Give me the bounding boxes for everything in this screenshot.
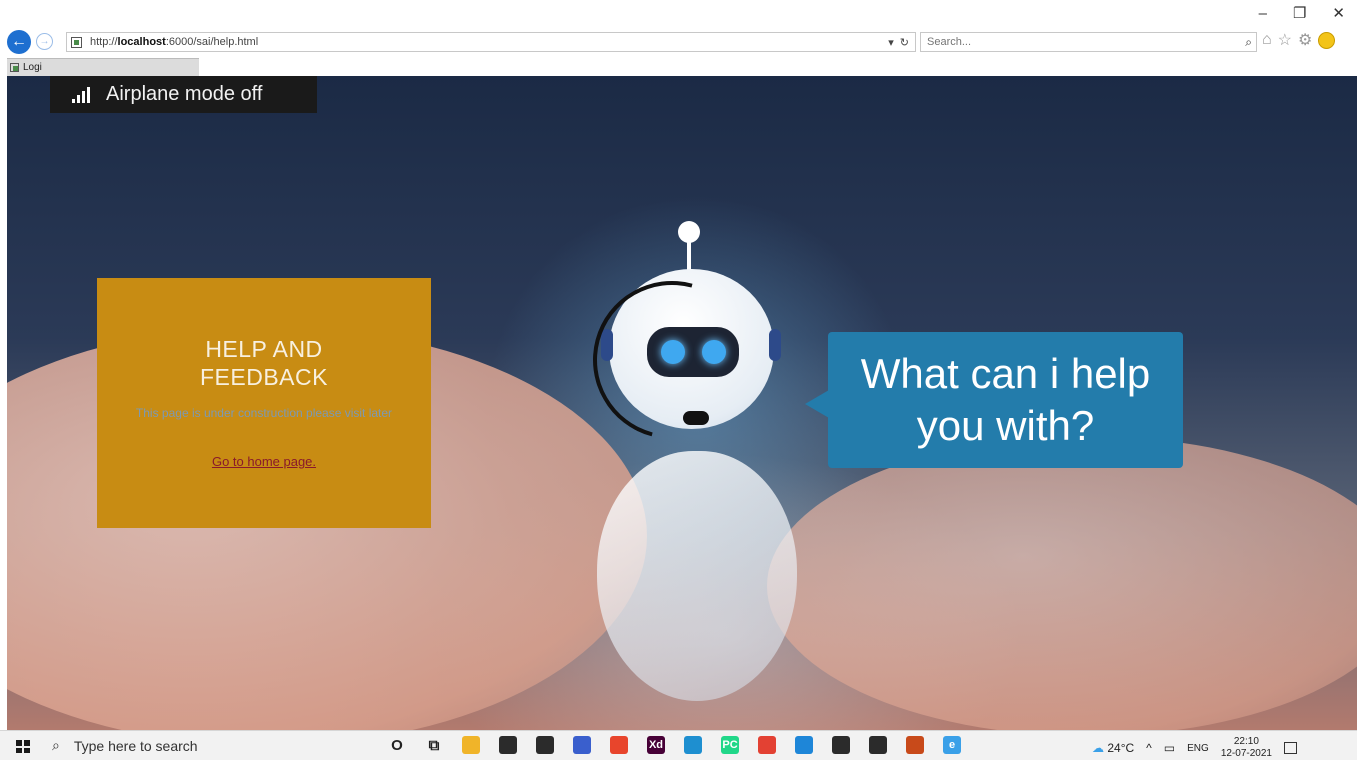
feedback-smiley-icon[interactable] — [1318, 31, 1336, 49]
store-icon[interactable] — [499, 736, 517, 754]
forward-button[interactable]: → — [36, 33, 53, 50]
speech-bubble: What can i help you with? — [828, 332, 1183, 468]
chatbot-robot-illustration — [564, 221, 797, 711]
construction-message: This page is under construction please v… — [135, 406, 393, 420]
windows-start-icon[interactable] — [16, 740, 30, 753]
home-page-link[interactable]: Go to home page. — [212, 454, 316, 469]
weather-widget[interactable]: ☁ 24°C — [1092, 741, 1134, 755]
app-photos-icon[interactable] — [610, 736, 628, 754]
page-content: Airplane mode off HELP AND FEEDBACK This… — [7, 76, 1357, 730]
app-blue-icon[interactable] — [573, 736, 591, 754]
internet-explorer-icon[interactable]: e — [943, 736, 961, 754]
back-button[interactable]: ← — [7, 30, 31, 54]
signal-bars-icon — [72, 86, 90, 103]
tab-page-icon — [10, 63, 19, 72]
bubble-line2: you with? — [916, 402, 1095, 449]
help-title-line1: HELP AND — [205, 336, 323, 362]
favorites-star-icon[interactable]: ☆ — [1278, 30, 1292, 50]
speech-bubble-tail — [805, 390, 829, 418]
taskbar-search[interactable]: ⌕ Type here to search — [52, 737, 198, 754]
weather-cloud-icon: ☁ — [1092, 741, 1104, 755]
robot-body — [597, 451, 797, 701]
taskbar-search-icon: ⌕ — [52, 737, 60, 753]
taskbar-search-placeholder: Type here to search — [73, 737, 198, 754]
clock-date: 12-07-2021 — [1220, 748, 1272, 759]
browser-search-input[interactable] — [927, 36, 1207, 48]
battery-icon[interactable]: ▭ — [1164, 741, 1175, 755]
airplane-mode-text: Airplane mode off — [106, 83, 263, 105]
address-actions: ▾ ↻ — [888, 36, 915, 49]
home-icon[interactable]: ⌂ — [1262, 31, 1272, 49]
window-controls: – ❐ ✕ — [1259, 6, 1345, 22]
clock-time: 22:10 — [1233, 736, 1259, 747]
tab-title: Logi — [23, 62, 42, 73]
windows-taskbar: ⌕ Type here to search O ⧉ Xd PC e ☁ 24°C ^ ▭… — [0, 730, 1357, 760]
arrow-right-icon: → — [39, 36, 50, 47]
browser-tab[interactable]: Logi — [7, 58, 199, 76]
vscode-icon[interactable] — [795, 736, 813, 754]
help-title: HELP AND FEEDBACK — [97, 335, 431, 391]
close-button[interactable]: ✕ — [1332, 6, 1345, 22]
help-feedback-card: HELP AND FEEDBACK This page is under con… — [97, 278, 431, 528]
toolbar-icons: ⌂ ☆ ⚙ — [1262, 30, 1336, 50]
page-icon — [71, 36, 82, 48]
language-indicator[interactable]: ENG — [1187, 743, 1209, 754]
browser-chrome: – ❐ ✕ ← → http://localhost:6000/sai/help… — [0, 0, 1357, 76]
refresh-icon[interactable]: ↻ — [900, 36, 909, 49]
minimize-button[interactable]: – — [1259, 6, 1267, 22]
search-icon[interactable]: ⌕ — [1245, 35, 1256, 50]
adobe-xd-icon[interactable]: Xd — [647, 736, 665, 754]
headset-icon — [564, 252, 780, 468]
system-clock[interactable]: 22:10 12-07-2021 — [1221, 736, 1272, 760]
settings-gear-icon[interactable]: ⚙ — [1298, 30, 1312, 50]
microphone-icon — [683, 411, 709, 425]
robot-antenna-ball — [678, 221, 700, 243]
robot-ear-right — [769, 329, 781, 361]
photos-icon[interactable] — [869, 736, 887, 754]
url-path: :6000/sai/help.html — [165, 36, 259, 48]
paint-icon[interactable] — [906, 736, 924, 754]
system-tray: ☁ 24°C ^ ▭ ENG 22:10 12-07-2021 — [1092, 736, 1297, 760]
address-bar[interactable]: http://localhost:6000/sai/help.html ▾ ↻ — [66, 32, 916, 52]
pycharm-icon[interactable]: PC — [721, 736, 739, 754]
address-dropdown-icon[interactable]: ▾ — [888, 36, 894, 49]
file-explorer-icon[interactable] — [462, 736, 480, 754]
chrome-icon[interactable] — [758, 736, 776, 754]
task-view-icon[interactable]: ⧉ — [425, 736, 443, 754]
browser-search-box[interactable]: ⌕ — [920, 32, 1257, 52]
pinned-apps: O ⧉ Xd PC e — [388, 736, 961, 754]
cortana-icon[interactable]: O — [388, 736, 406, 754]
background-hand-right — [767, 436, 1357, 730]
url-text[interactable]: http://localhost:6000/sai/help.html — [90, 36, 258, 48]
weather-temp: 24°C — [1107, 741, 1135, 755]
help-title-line2: FEEDBACK — [200, 364, 328, 390]
arrow-left-icon: ← — [11, 33, 27, 50]
mail-icon[interactable] — [536, 736, 554, 754]
url-prefix: http:// — [90, 36, 118, 48]
terminal-icon[interactable] — [832, 736, 850, 754]
airplane-mode-toast: Airplane mode off — [50, 76, 317, 113]
notification-center-icon[interactable] — [1283, 742, 1297, 754]
url-host: localhost — [117, 36, 166, 48]
edge-icon[interactable] — [684, 736, 702, 754]
bubble-line1: What can i help — [860, 350, 1151, 397]
tray-chevron-icon[interactable]: ^ — [1146, 741, 1152, 755]
restore-button[interactable]: ❐ — [1293, 6, 1306, 22]
